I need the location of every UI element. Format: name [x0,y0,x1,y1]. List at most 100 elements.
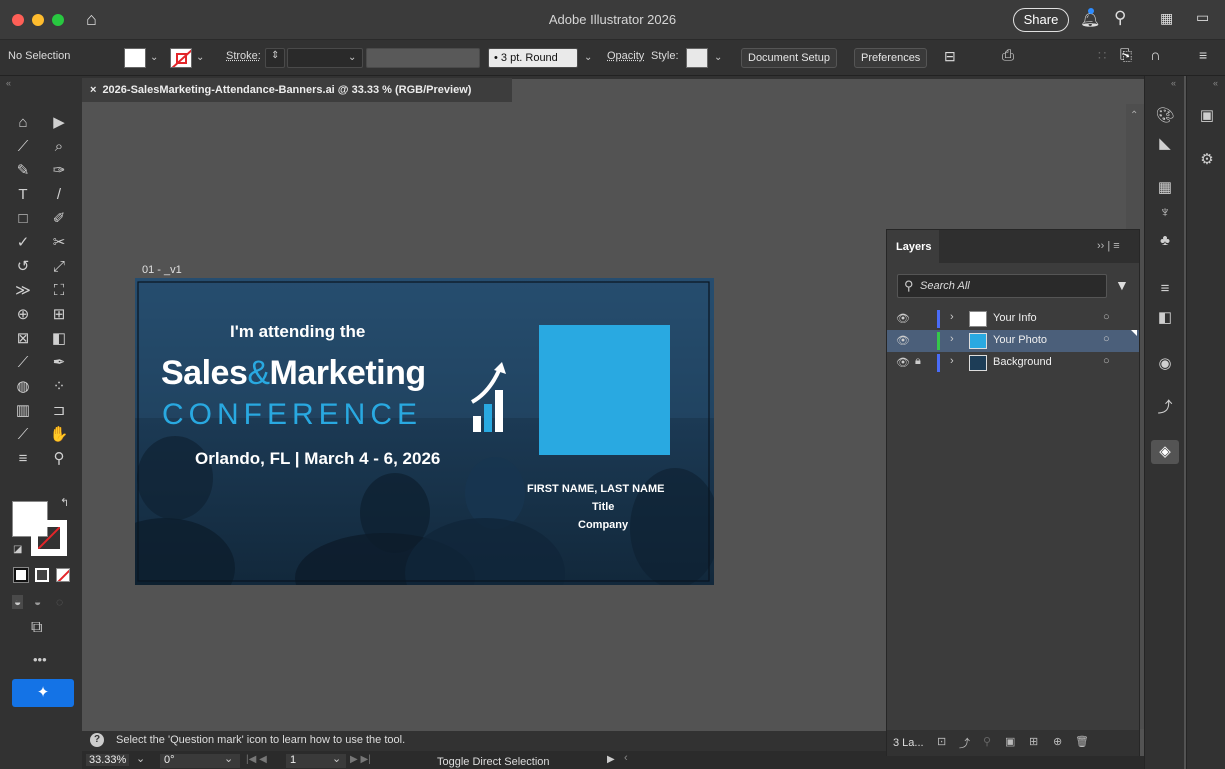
stroke-color-box[interactable] [31,520,67,556]
target-circle-icon[interactable]: ○ [1103,333,1110,345]
zoom-level[interactable]: 33.33% [86,754,130,766]
stroke-stepper[interactable]: ⇕ [265,48,285,68]
graphic-style-swatch[interactable] [686,48,708,68]
eyedropper-tool-icon[interactable]: ⟋ [12,353,34,373]
locate-object-icon[interactable]: ⚲ [983,735,991,748]
layer-row-your-info[interactable]: 👁︎ › Your Info ○ [887,308,1139,330]
gradient-tool-icon[interactable]: ◧ [48,329,70,349]
preferences-button[interactable]: Preferences [854,48,928,68]
slice-tool-icon[interactable]: ⟋ [12,425,34,445]
fill-dropdown-icon[interactable]: ⌄ [150,52,158,63]
layers-panel-icon[interactable]: ◈ [1151,440,1179,464]
brushes-icon[interactable]: ♆ [1155,204,1175,224]
brush-definition[interactable]: • 3 pt. Round [488,48,578,68]
collapse-dock-2-icon[interactable]: « [1213,78,1218,88]
visibility-eye-icon[interactable]: 👁︎ [896,334,910,347]
collapse-dock-icon[interactable]: « [1171,78,1176,88]
direct-selection-tool-icon[interactable]: ▶ [48,113,70,133]
panel-menu-icon[interactable]: ›› | ≡ [1097,240,1120,252]
layer-name[interactable]: Your Photo [993,334,1047,346]
layer-name[interactable]: Background [993,356,1052,368]
adjustments-icon[interactable]: ⚙ [1197,150,1217,170]
zoom-dropdown-icon[interactable]: ⌄ [136,752,145,765]
new-sublayer-icon[interactable]: ⊞ [1029,735,1038,748]
rectangle-tool-icon[interactable]: □ [12,209,34,229]
arrange-icon[interactable]: ⊟ [944,48,956,65]
share-button[interactable]: Share [1013,8,1069,32]
free-transform-tool-icon[interactable]: ⛶ [48,281,70,301]
shape-builder-tool-icon[interactable]: ⊕ [12,305,34,325]
pen-tool-icon[interactable]: ✎ [12,161,34,181]
layers-search-input[interactable]: ⚲ Search All [897,274,1107,298]
edit-toolbar-icon[interactable]: ••• [33,652,47,667]
clipping-mask-icon[interactable]: ▣ [1005,735,1015,748]
asset-export-icon[interactable]: ⤴ [1155,396,1175,416]
draw-behind-icon[interactable]: ◒ [34,595,41,609]
appearance-icon[interactable]: ◉ [1155,354,1175,374]
none-mode-icon[interactable] [56,568,70,582]
artboard-tool-icon[interactable]: ⊐ [48,401,70,421]
search-icon[interactable]: ⚲ [1114,8,1126,28]
lock-icon[interactable]: 🔒︎ [915,355,921,368]
expand-chevron-icon[interactable]: › [950,333,954,345]
filter-icon[interactable]: ▼ [1115,277,1129,293]
stroke-dropdown-icon[interactable]: ⌄ [196,52,204,63]
color-guide-icon[interactable]: 🎨︎ [1155,106,1175,126]
layer-row-your-photo[interactable]: 👁︎ › Your Photo ○ [887,330,1139,352]
blend-tool-icon[interactable]: ◍ [12,377,34,397]
swap-fill-stroke-icon[interactable]: ↰ [60,496,69,509]
variable-width-profile[interactable] [366,48,480,68]
symbols-icon[interactable]: ♣ [1155,232,1175,252]
transparency-icon[interactable]: ◧ [1155,308,1175,328]
stroke-label[interactable]: Stroke: [226,50,261,62]
export-selection-icon[interactable]: ⤴ [959,735,970,751]
close-tab-icon[interactable]: × [90,84,96,96]
discover-icon[interactable]: ⎘ [1120,47,1132,64]
horizontal-scrollbar[interactable] [886,756,1144,769]
export-icon[interactable]: ⎙ [1002,47,1014,64]
scale-tool-icon[interactable]: ⤢ [48,257,70,277]
magic-wand-icon[interactable]: ⟋ [12,137,34,157]
expand-chevron-icon[interactable]: › [950,355,954,367]
width-tool-icon[interactable]: ≫ [12,281,34,301]
visibility-eye-icon[interactable]: 👁︎ [896,312,910,325]
first-artboard-icon[interactable]: |◀ ◀ [246,754,267,765]
properties-icon[interactable]: ▣ [1197,106,1217,126]
swatches-icon[interactable]: ▦ [1155,178,1175,198]
type-tool-icon[interactable]: T [12,185,34,205]
stroke-swatch[interactable] [170,48,192,68]
rotation-dropdown-icon[interactable]: ⌄ [224,752,233,765]
brush-dropdown-icon[interactable]: ⌄ [584,52,592,63]
gradient-mode-icon[interactable] [35,568,49,582]
question-mark-icon[interactable]: ? [90,733,104,747]
workspace-icon[interactable]: ▦ [1160,10,1173,27]
stroke-panel-icon[interactable]: ≡ [1155,280,1175,300]
zoom-tool-icon[interactable]: ⚲ [48,449,70,469]
panel-toggle-icon[interactable]: ▭ [1196,9,1209,26]
scissors-tool-icon[interactable]: ✂ [48,233,70,253]
target-circle-icon[interactable]: ○ [1103,355,1110,367]
target-circle-icon[interactable]: ○ [1103,311,1110,323]
rotate-tool-icon[interactable]: ↺ [12,257,34,277]
curvature-tool-icon[interactable]: ✑ [48,161,70,181]
collapse-toolbar-icon[interactable]: « [6,78,11,88]
style-dropdown-icon[interactable]: ⌄ [714,52,722,63]
shaper-tool-icon[interactable]: ✓ [12,233,34,253]
column-graph-tool-icon[interactable]: ▥ [12,401,34,421]
mesh-tool-icon[interactable]: ⊠ [12,329,34,349]
control-menu-icon[interactable]: ≡ [1199,47,1207,63]
print-tiling-tool-icon[interactable]: ≡ [12,449,34,469]
artboard-dropdown-icon[interactable]: ⌄ [332,752,341,765]
stroke-weight-input[interactable]: ⌄ [287,48,363,68]
default-fill-stroke-icon[interactable]: ◪ [13,544,22,555]
grid-icon[interactable]: ∷ [1098,48,1106,64]
layer-name[interactable]: Your Info [993,312,1037,324]
fill-swatch[interactable] [124,48,146,68]
scroll-up-icon[interactable]: ⌃ [1130,110,1138,121]
scroll-left-icon[interactable]: ‹ [624,752,628,764]
document-tab[interactable]: × 2026-SalesMarketing-Attendance-Banners.… [82,78,512,102]
symbol-sprayer-tool-icon[interactable]: ⁘ [48,377,70,397]
photo-placeholder[interactable] [539,325,670,455]
measure-tool-icon[interactable]: ✒ [48,353,70,373]
line-tool-icon[interactable]: / [48,185,70,205]
